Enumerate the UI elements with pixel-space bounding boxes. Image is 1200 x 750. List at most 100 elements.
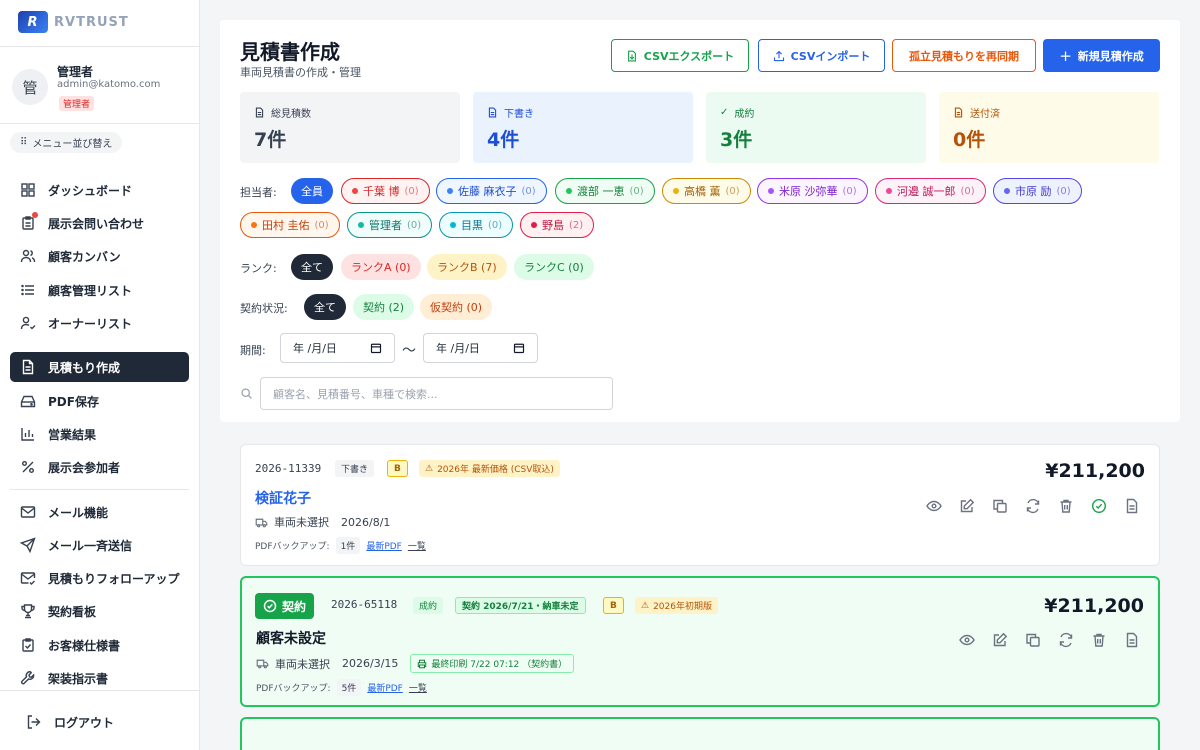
rank-chip-b[interactable]: ランクB (7) <box>427 254 507 280</box>
contract-chip-signed[interactable]: 契約 (2) <box>353 294 415 320</box>
chip-label: 契約 (2) <box>363 301 405 314</box>
new-quote-label: 新規見積作成 <box>1077 49 1144 63</box>
rank-chip-all[interactable]: 全て <box>291 254 333 280</box>
edit-icon[interactable] <box>959 498 975 514</box>
clipboard-check-icon <box>22 638 34 652</box>
quote-price: ¥211,200 <box>1045 460 1145 482</box>
sidebar-item-label: 展示会問い合わせ <box>48 216 145 231</box>
sidebar-item-customer-kanban[interactable]: 顧客カンバン <box>10 241 189 271</box>
owner-chip-all[interactable]: 全員 <box>291 178 333 204</box>
stat-value: 7件 <box>254 129 287 151</box>
stat-label: 下書き <box>504 109 534 120</box>
sidebar-item-label: 架装指示書 <box>48 671 109 686</box>
owner-chip[interactable]: 渡部 一恵 (0) <box>555 178 655 204</box>
rank-chip-c[interactable]: ランクC (0) <box>514 254 594 280</box>
chip-count: (0) <box>314 219 329 231</box>
check-circle-icon[interactable] <box>1091 498 1107 514</box>
copy-icon[interactable] <box>992 498 1008 514</box>
chip-count: (0) <box>629 185 644 197</box>
status-badge: 成約 <box>413 597 444 614</box>
owner-chip[interactable]: 田村 圭佑 (0) <box>240 212 340 238</box>
trophy-icon <box>21 604 35 619</box>
sidebar-item-customer-spec[interactable]: お客様仕様書 <box>10 630 189 660</box>
owner-color-dot <box>531 222 537 228</box>
sidebar-item-sales-results[interactable]: 営業結果 <box>10 419 189 449</box>
quote-number: 2026-65118 <box>331 598 398 611</box>
calendar-icon <box>513 343 525 354</box>
latest-pdf-link[interactable]: 最新PDF <box>366 539 402 552</box>
owner-chip[interactable]: 佐藤 麻衣子 (0) <box>436 178 547 204</box>
pdf-backup-row: PDFバックアップ: 1件 最新PDF 一覧 <box>255 537 426 554</box>
customer-name-link[interactable]: 検証花子 <box>255 488 311 508</box>
chip-count: (0) <box>1056 185 1071 197</box>
file-export-icon <box>627 50 636 61</box>
owner-chip[interactable]: 千葉 博 (0) <box>341 178 430 204</box>
new-quote-button[interactable]: + 新規見積作成 <box>1043 39 1160 72</box>
contract-chip-all[interactable]: 全て <box>304 294 346 320</box>
customer-name[interactable]: 顧客未設定 <box>256 628 326 648</box>
rank-chip-a[interactable]: ランクA (0) <box>341 254 421 280</box>
menu-reorder-button[interactable]: ⠿ メニュー並び替え <box>10 132 123 153</box>
document-icon[interactable] <box>1124 632 1140 648</box>
owner-chip[interactable]: 市原 励 (0) <box>993 178 1082 204</box>
eye-icon[interactable] <box>959 632 975 648</box>
date-to-input[interactable]: 年 /月/日 <box>423 333 538 363</box>
quote-card[interactable]: 2026-11339 下書き B ⚠ 2026年 最新価格 (CSV取込) ¥21… <box>240 444 1160 566</box>
sidebar-item-exhibition-participants[interactable]: 展示会参加者 <box>10 452 189 482</box>
date-from-input[interactable]: 年 /月/日 <box>280 333 395 363</box>
pdf-list-link[interactable]: 一覧 <box>408 539 426 552</box>
notification-dot <box>32 212 38 218</box>
owner-color-dot <box>352 188 358 194</box>
owner-chip[interactable]: 野島 (2) <box>520 212 595 238</box>
owner-chip[interactable]: 目黒 (0) <box>439 212 514 238</box>
sidebar-item-label: メール機能 <box>48 505 109 520</box>
owner-chip[interactable]: 管理者 (0) <box>347 212 433 238</box>
search-input[interactable]: 顧客名、見積番号、車種で検索... <box>260 377 613 410</box>
document-icon[interactable] <box>1124 498 1140 514</box>
refresh-icon[interactable] <box>1025 498 1041 514</box>
vehicle-label: 車両未選択 <box>275 657 330 671</box>
owner-chip[interactable]: 米原 沙弥華 (0) <box>757 178 868 204</box>
sidebar-item-label: オーナーリスト <box>48 316 133 331</box>
owner-chip[interactable]: 河邉 誠一郎 (0) <box>875 178 986 204</box>
quote-meta: 車両未選択 2026/8/1 <box>255 514 390 530</box>
sidebar-item-customer-list[interactable]: 顧客管理リスト <box>10 275 189 305</box>
latest-pdf-link[interactable]: 最新PDF <box>367 681 403 694</box>
quote-card-partial[interactable] <box>240 717 1160 750</box>
trash-icon[interactable] <box>1058 498 1074 514</box>
sidebar-item-quote-creation[interactable]: 見積もり作成 <box>10 352 189 382</box>
logout-button[interactable]: ログアウト <box>16 707 195 737</box>
pdf-list-link[interactable]: 一覧 <box>409 681 427 694</box>
quote-header-panel: 見積書作成 車両見積書の作成・管理 CSVエクスポート CSVインポート 孤立見… <box>220 20 1180 422</box>
bar-chart-icon <box>21 428 34 441</box>
edit-icon[interactable] <box>992 632 1008 648</box>
quote-card-contracted[interactable]: 契約 2026-65118 成約 契約 2026/7/21・納車未定 B ⚠ 20… <box>240 576 1160 707</box>
sidebar-item-bulk-mail[interactable]: メール一斉送信 <box>10 530 189 560</box>
rank-badge: B <box>603 597 624 614</box>
trash-icon[interactable] <box>1091 632 1107 648</box>
csv-export-button[interactable]: CSVエクスポート <box>611 39 749 72</box>
copy-icon[interactable] <box>1025 632 1041 648</box>
sidebar-item-body-instructions[interactable]: 架装指示書 <box>10 663 189 693</box>
sidebar-item-dashboard[interactable]: ダッシュボード <box>10 175 189 205</box>
truck-icon <box>255 518 268 527</box>
pdf-count-badge: 5件 <box>336 679 362 696</box>
resync-orphan-quotes-button[interactable]: 孤立見積もりを再同期 <box>892 39 1036 72</box>
sidebar-item-mail[interactable]: メール機能 <box>10 497 189 527</box>
sidebar-item-label: 見積もりフォローアップ <box>48 571 180 586</box>
sidebar-item-pdf-save[interactable]: PDF保存 <box>10 386 189 416</box>
warning-icon: ⚠ <box>641 600 650 611</box>
sidebar-item-exhibition-inquiries[interactable]: 展示会問い合わせ <box>10 208 189 238</box>
sidebar-item-owner-list[interactable]: オーナーリスト <box>10 308 189 338</box>
sidebar-item-contract-board[interactable]: 契約看板 <box>10 596 189 626</box>
refresh-icon[interactable] <box>1058 632 1074 648</box>
contract-chip-provisional[interactable]: 仮契約 (0) <box>420 294 493 320</box>
csv-import-button[interactable]: CSVインポート <box>758 39 885 72</box>
menu-reorder-label: メニュー並び替え <box>32 139 113 150</box>
sidebar-item-quote-followup[interactable]: 見積もりフォローアップ <box>10 563 189 593</box>
stat-value: 0件 <box>953 129 986 151</box>
eye-icon[interactable] <box>926 498 942 514</box>
owner-chip[interactable]: 高橋 薫 (0) <box>662 178 751 204</box>
price-version-badge: ⚠ 2026年初期版 <box>635 597 718 614</box>
app-logo[interactable]: R RVTRUST <box>18 8 129 36</box>
